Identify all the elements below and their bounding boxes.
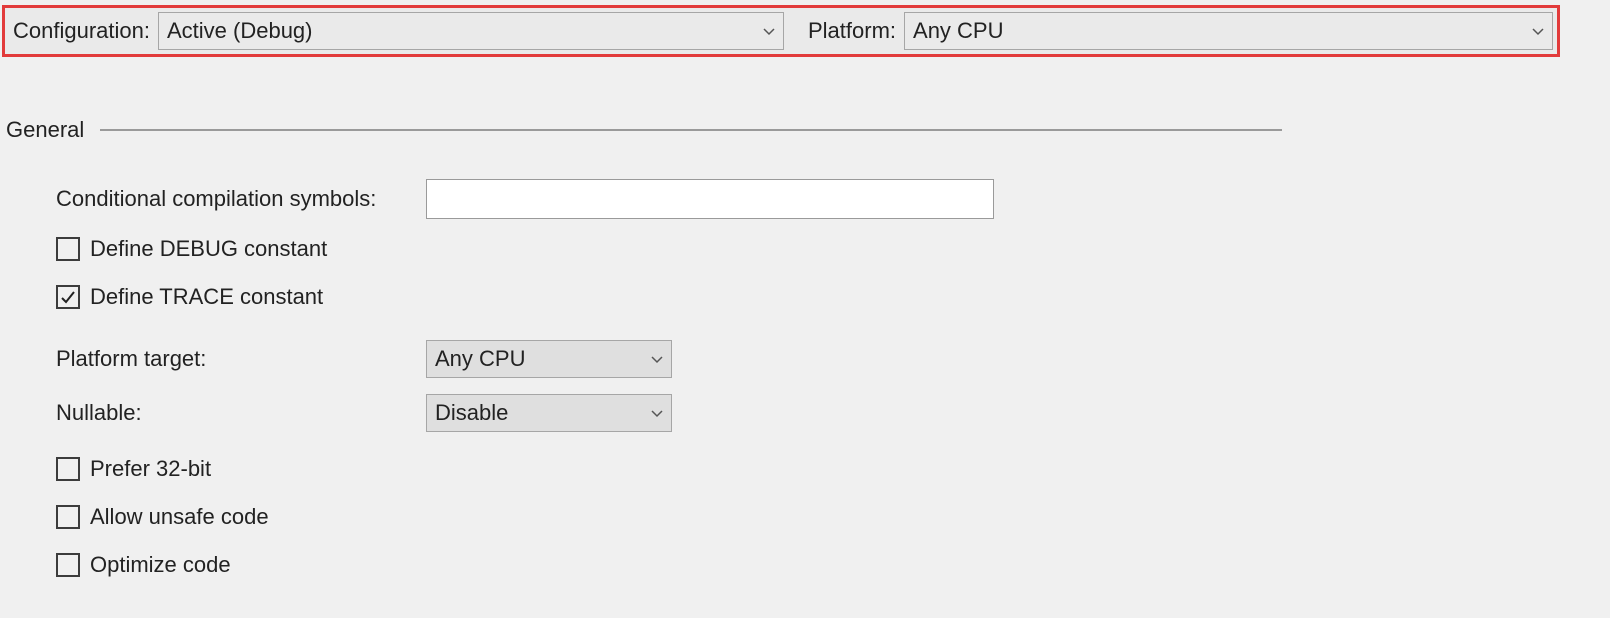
define-trace-checkbox[interactable]	[56, 285, 80, 309]
define-debug-row: Define DEBUG constant	[56, 233, 1604, 265]
configuration-dropdown[interactable]: Active (Debug)	[158, 12, 784, 50]
prefer32-label: Prefer 32-bit	[90, 456, 211, 482]
section-rule	[100, 129, 1282, 131]
chevron-down-icon	[649, 405, 665, 421]
platform-dropdown[interactable]: Any CPU	[904, 12, 1553, 50]
optimize-label: Optimize code	[90, 552, 231, 578]
define-trace-label: Define TRACE constant	[90, 284, 323, 310]
configuration-label: Configuration:	[9, 18, 158, 44]
optimize-row: Optimize code	[56, 549, 1604, 581]
platform-dropdown-value: Any CPU	[913, 18, 1003, 44]
config-platform-bar: Configuration: Active (Debug) Platform: …	[2, 5, 1560, 57]
chevron-down-icon	[649, 351, 665, 367]
platform-target-value: Any CPU	[435, 346, 525, 372]
nullable-value: Disable	[435, 400, 508, 426]
conditional-symbols-label: Conditional compilation symbols:	[56, 186, 376, 212]
platform-target-dropdown[interactable]: Any CPU	[426, 340, 672, 378]
build-settings-panel: General Conditional compilation symbols:…	[0, 117, 1610, 581]
nullable-dropdown[interactable]: Disable	[426, 394, 672, 432]
platform-target-label: Platform target:	[56, 346, 206, 372]
allow-unsafe-row: Allow unsafe code	[56, 501, 1604, 533]
allow-unsafe-checkbox[interactable]	[56, 505, 80, 529]
platform-label: Platform:	[804, 18, 904, 44]
nullable-row: Nullable: Disable	[56, 393, 1604, 433]
conditional-symbols-row: Conditional compilation symbols:	[56, 179, 1604, 219]
platform-target-row: Platform target: Any CPU	[56, 339, 1604, 379]
configuration-dropdown-value: Active (Debug)	[167, 18, 313, 44]
general-form: Conditional compilation symbols: Define …	[56, 179, 1604, 581]
section-title: General	[6, 117, 100, 143]
define-trace-row: Define TRACE constant	[56, 281, 1604, 313]
define-debug-label: Define DEBUG constant	[90, 236, 327, 262]
prefer32-row: Prefer 32-bit	[56, 453, 1604, 485]
nullable-label: Nullable:	[56, 400, 142, 426]
chevron-down-icon	[1530, 23, 1546, 39]
conditional-symbols-input[interactable]	[426, 179, 994, 219]
allow-unsafe-label: Allow unsafe code	[90, 504, 269, 530]
optimize-checkbox[interactable]	[56, 553, 80, 577]
section-header-general: General	[6, 117, 1282, 143]
define-debug-checkbox[interactable]	[56, 237, 80, 261]
chevron-down-icon	[761, 23, 777, 39]
prefer32-checkbox[interactable]	[56, 457, 80, 481]
